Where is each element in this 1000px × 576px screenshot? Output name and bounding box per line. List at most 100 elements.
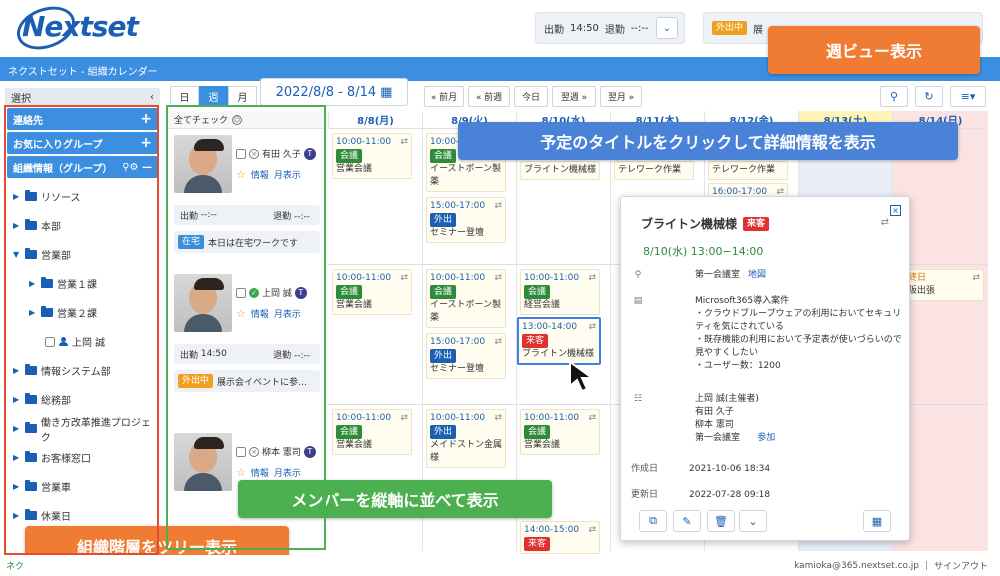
org-info-header[interactable]: 組織情報（グループ） ⚲⚙ — [7,156,158,178]
member-checkbox[interactable] [236,148,246,159]
menu-icon[interactable]: ≡▾ [950,86,986,107]
event-card[interactable]: 14:00-15:00 来客 ⇄ [520,521,600,554]
delete-icon[interactable]: 🗑 [707,510,735,532]
tree-item[interactable]: ▶ お客様窓口 [13,443,160,472]
star-icon[interactable]: ☆ [236,168,246,181]
star-icon[interactable]: ☆ [236,466,246,479]
month-view-link[interactable]: 月表示 [274,168,301,181]
folder-icon [25,219,37,230]
caret-right-icon[interactable]: ▶ [29,308,37,317]
tree-item[interactable]: ▶ リソース [13,182,160,211]
tree-item[interactable]: ▶ 営業１課 [13,269,160,298]
prev-month-button[interactable]: « 前月 [424,86,464,107]
event-card[interactable]: 10:00-11:00 会議 経営会議 ⇄ [520,269,600,315]
caret-right-icon[interactable]: ▶ [13,424,21,433]
chevron-down-icon[interactable]: ⌄ [656,17,678,39]
folder-icon [25,509,37,520]
member-row: × 有田 久子 T ☆ 情報 月表示 出勤 --:-- 退勤 --:-- 在宅 本日は在宅ワ… [168,135,325,275]
tree-item[interactable]: ▶ 営業２課 [13,298,160,327]
signout-link[interactable]: サインアウト [934,559,988,572]
event-card[interactable]: 10:00-11:00 会議 営業会議 ⇄ [332,133,412,179]
member-checkbox[interactable] [236,287,246,298]
join-link[interactable]: 参加 [757,433,775,443]
tree-checkbox[interactable] [45,336,55,347]
caret-down-icon[interactable]: ▼ [13,250,21,259]
month-view-link[interactable]: 月表示 [274,307,301,320]
event-card[interactable]: ブライトン機械様 [520,161,600,180]
calendar-add-icon[interactable]: ▦ [863,510,891,532]
event-card[interactable]: テレワーク作業 [708,161,788,180]
caret-right-icon[interactable]: ▶ [13,511,21,520]
tree-item[interactable]: ▶ 総務部 [13,385,160,414]
tree-item[interactable]: ▶ 情報システム部 [13,356,160,385]
search-settings-icon[interactable]: ⚲⚙ — [122,162,152,173]
event-card[interactable]: 10:00-11:00会議イーストボーン製薬⇄ [426,269,506,328]
info-link[interactable]: 情報 [251,466,269,479]
event-card[interactable]: 終日 阪出張 ⇄ [904,269,984,301]
today-button[interactable]: 今日 [514,86,548,107]
date-range-picker[interactable]: 2022/8/8 - 8/14 ▦ [260,78,408,106]
tree-item[interactable]: ▼ 営業部 [13,240,160,269]
copy-icon[interactable]: ⧉ [639,510,667,532]
member-checkbox[interactable] [236,446,246,457]
event-card[interactable]: 10:00-11:00 会議 営業会議 ⇄ [332,409,412,455]
tree-item-label: 本部 [41,222,61,233]
close-icon[interactable]: × [890,205,901,216]
next-month-button[interactable]: 翌月 » [600,86,642,107]
contacts-header[interactable]: 連絡先 + [7,108,158,130]
edit-icon[interactable]: ✎ [673,510,701,532]
info-link[interactable]: 情報 [251,168,269,181]
event-card[interactable]: 10:00-11:00 外出 メイドストン金属様 ⇄ [426,409,506,468]
favorites-header[interactable]: お気に入りグループ + [7,132,158,154]
event-card[interactable]: 10:00-11:00 会議 営業会議 ⇄ [520,409,600,455]
chevron-left-icon[interactable]: ‹ [150,92,154,103]
prev-week-button[interactable]: « 前週 [468,86,510,107]
plus-icon[interactable]: + [140,135,152,151]
next-week-button[interactable]: 翌週 » [552,86,596,107]
caret-right-icon[interactable]: ▶ [13,366,21,375]
caret-right-icon[interactable]: ▶ [13,482,21,491]
check-all[interactable]: 全てチェック ☺ [168,111,324,129]
teams-icon[interactable]: T [303,445,316,458]
star-icon[interactable]: ☆ [236,307,246,320]
tree-item[interactable]: ▶ 営業車 [13,472,160,501]
teams-icon[interactable]: T [303,147,316,160]
more-chevron-icon[interactable]: ⌄ [739,510,767,532]
status-online-icon: ✓ [249,287,259,298]
refresh-icon[interactable]: ↻ [915,86,943,107]
tab-month[interactable]: 月 [228,86,257,107]
caret-right-icon[interactable]: ▶ [13,221,21,230]
event-card[interactable]: 10:00-11:00 会議 営業会議 ⇄ [332,269,412,315]
event-card[interactable]: テレワーク作業 [614,161,694,180]
plus-icon[interactable]: + [140,111,152,127]
caret-right-icon[interactable]: ▶ [13,453,21,462]
popup-place: 第一会議室 [695,270,741,280]
created-date: 2021-10-06 18:34 [689,464,771,474]
teams-icon[interactable]: T [294,286,307,299]
nextset-logo[interactable]: Nextset [10,0,152,58]
month-view-link[interactable]: 月表示 [274,466,301,479]
map-link[interactable]: 地図 [748,269,766,282]
tab-day[interactable]: 日 [170,86,199,107]
tree-item[interactable]: ▶ 本部 [13,211,160,240]
select-row: 選択 ‹ [5,88,160,106]
folder-icon [25,393,37,404]
caret-right-icon[interactable]: ▶ [13,192,21,201]
tree-item-label: 上岡 誠 [72,338,106,349]
tree-item-label: 働き方改革推進プロジェク [40,417,151,444]
info-link[interactable]: 情報 [251,307,269,320]
person-icon [59,337,68,346]
tab-week[interactable]: 週 [199,86,228,107]
folder-icon [25,190,37,201]
repeat-icon: ⇄ [494,273,502,283]
tree-item[interactable]: 上岡 誠 [13,327,160,356]
event-card-selected[interactable]: 13:00-14:00 来客 ブライトン機械様 ⇄ [517,317,601,365]
event-card[interactable]: 15:00-17:00 外出 セミナー登壇 ⇄ [426,333,506,379]
caret-right-icon[interactable]: ▶ [13,395,21,404]
event-card[interactable]: 15:00-17:00 外出 セミナー登壇 ⇄ [426,197,506,243]
day-header: 8/8(月) [328,111,422,129]
user-search-icon[interactable]: ⚲ [880,86,908,107]
tree-item[interactable]: ▶ 働き方改革推進プロジェク [13,414,160,444]
caret-right-icon[interactable]: ▶ [29,279,37,288]
tree-item-label: 総務部 [41,396,71,407]
